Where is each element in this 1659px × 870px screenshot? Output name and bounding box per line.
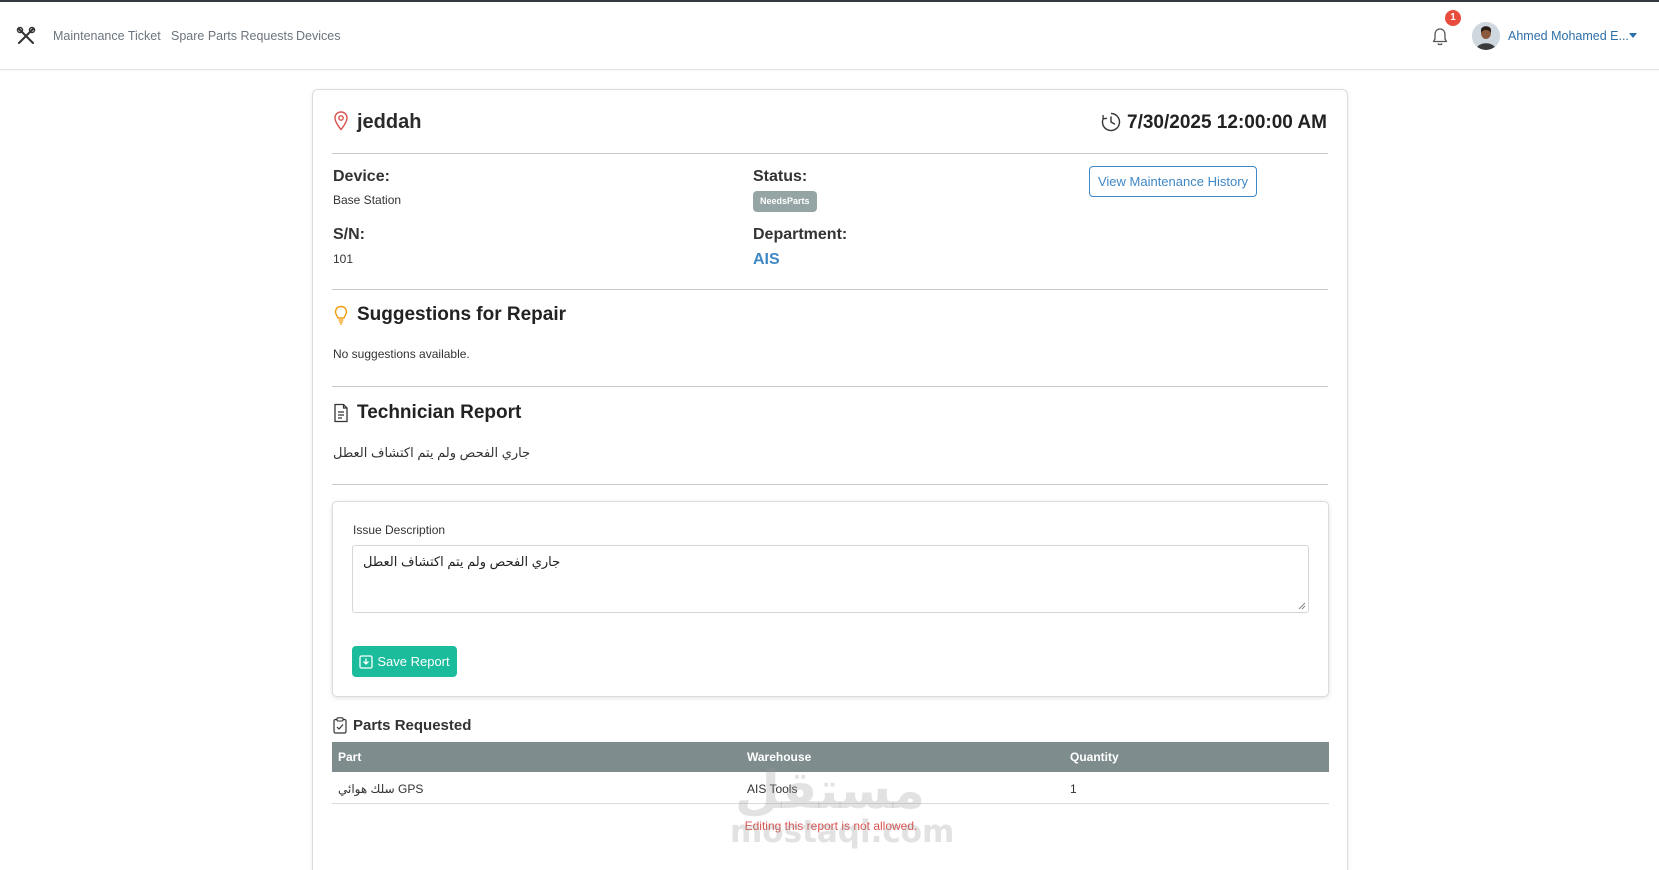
table-row: سلك هوائي GPS AIS Tools 1 xyxy=(332,772,1329,804)
suggestions-title: Suggestions for Repair xyxy=(357,304,567,325)
divider xyxy=(332,289,1328,290)
divider xyxy=(332,484,1328,485)
divider xyxy=(332,153,1328,154)
status-badge: NeedsParts xyxy=(753,191,817,212)
save-report-label: Save Report xyxy=(377,654,450,669)
issue-description-textarea[interactable]: جاري الفحص ولم يتم اكتشاف العطل xyxy=(352,545,1309,613)
nav-link-maintenance-ticket[interactable]: Maintenance Ticket xyxy=(53,29,161,43)
technician-report-title: Technician Report xyxy=(357,402,522,423)
resize-handle-icon[interactable] xyxy=(1298,602,1306,610)
serial-number-value: 101 xyxy=(333,252,354,266)
status-label: Status: xyxy=(753,168,808,185)
lightbulb-icon xyxy=(334,305,348,325)
user-menu-name[interactable]: Ahmed Mohamed E... xyxy=(1508,29,1629,43)
parts-table-header: Part Warehouse Quantity xyxy=(332,742,1329,772)
department-value[interactable]: AIS xyxy=(753,251,780,269)
nav-link-devices[interactable]: Devices xyxy=(296,29,340,43)
ticket-location: jeddah xyxy=(357,111,422,133)
serial-number-label: S/N: xyxy=(333,226,365,243)
notification-badge: 1 xyxy=(1445,10,1461,26)
cell-part: سلك هوائي GPS xyxy=(338,782,424,796)
chevron-down-icon[interactable] xyxy=(1629,33,1637,38)
clipboard-check-icon xyxy=(333,717,347,734)
divider xyxy=(332,386,1328,387)
avatar[interactable] xyxy=(1472,22,1500,50)
column-header-quantity: Quantity xyxy=(1070,750,1119,764)
cell-quantity: 1 xyxy=(1070,782,1077,796)
clock-icon xyxy=(1101,112,1121,132)
navbar: Maintenance Ticket Spare Parts Requests … xyxy=(0,2,1659,70)
nav-link-spare-parts-requests[interactable]: Spare Parts Requests xyxy=(171,29,293,43)
bell-icon[interactable] xyxy=(1430,27,1450,47)
issue-form-card: Issue Description جاري الفحص ولم يتم اكت… xyxy=(332,501,1329,697)
column-header-part: Part xyxy=(338,750,362,764)
technician-report-text: جاري الفحص ولم يتم اكتشاف العطل xyxy=(333,445,531,460)
tools-icon[interactable] xyxy=(16,26,36,46)
save-icon xyxy=(359,654,374,669)
device-value: Base Station xyxy=(333,193,402,207)
location-pin-icon xyxy=(334,111,348,131)
issue-description-value: جاري الفحص ولم يتم اكتشاف العطل xyxy=(363,554,561,569)
device-label: Device: xyxy=(333,168,390,185)
department-label: Department: xyxy=(753,226,848,243)
parts-requested-title: Parts Requested xyxy=(353,717,472,734)
document-icon xyxy=(334,403,348,423)
suggestions-text: No suggestions available. xyxy=(333,347,470,361)
save-report-button[interactable]: Save Report xyxy=(352,646,457,677)
view-maintenance-history-button[interactable]: View Maintenance History xyxy=(1089,166,1257,197)
cell-warehouse: AIS Tools xyxy=(747,782,798,796)
edit-not-allowed-message: Editing this report is not allowed. xyxy=(744,819,918,833)
ticket-card: jeddah 7/30/2025 12:00:00 AM Device: Bas… xyxy=(312,89,1348,870)
column-header-warehouse: Warehouse xyxy=(747,750,812,764)
ticket-datetime: 7/30/2025 12:00:00 AM xyxy=(1127,112,1327,133)
issue-description-label: Issue Description xyxy=(353,523,446,537)
